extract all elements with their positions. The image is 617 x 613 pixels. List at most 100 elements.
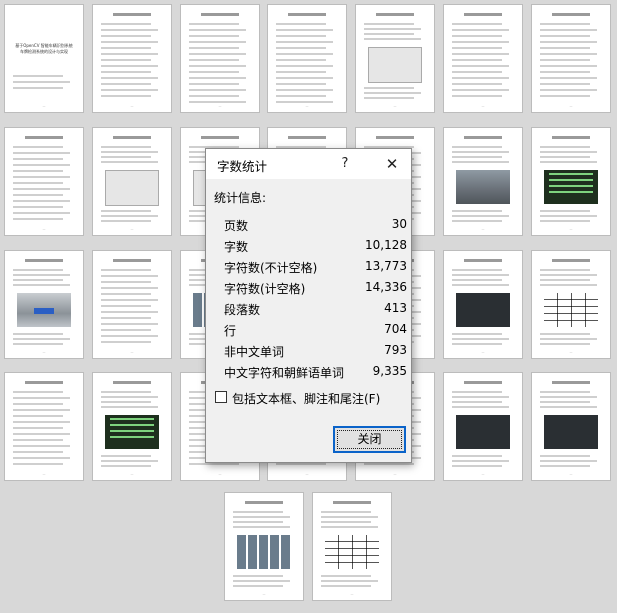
thumbnail-text-line [101, 341, 151, 343]
thumbnail-text-line [540, 161, 597, 163]
page-thumbnail[interactable]: — [531, 127, 611, 236]
thumbnail-text-line [101, 460, 158, 462]
page-thumbnail[interactable]: — [531, 4, 611, 113]
thumbnail-heading [113, 13, 151, 16]
page-thumbnail[interactable]: — [92, 127, 172, 236]
thumbnail-text-line [189, 59, 239, 61]
thumbnail-page-marker: — [393, 472, 397, 476]
thumbnail-text-line [101, 391, 151, 393]
page-thumbnail[interactable]: — [180, 4, 260, 113]
include-textboxes-label[interactable]: 包括文本框、脚注和尾注(F) [232, 390, 380, 407]
stat-row: 页数 30 [224, 215, 407, 235]
page-thumbnail[interactable]: — [4, 372, 84, 481]
thumbnail-text-line [13, 409, 70, 411]
thumbnail-text-line [13, 81, 70, 83]
thumbnail-text-line [13, 397, 70, 399]
thumbnail-text-line [276, 41, 333, 43]
thumbnail-text-line [233, 585, 283, 587]
thumbnail-heading [25, 259, 63, 262]
thumbnail-page-marker: — [393, 104, 397, 108]
help-icon[interactable]: ? [333, 152, 357, 176]
thumbnail-text-line [364, 87, 414, 89]
thumbnail-text-line [13, 427, 63, 429]
stat-label: 中文字符和朝鲜语单词 [224, 366, 345, 380]
thumbnail-text-line [452, 269, 502, 271]
thumbnail-text-line [13, 146, 63, 148]
thumbnail-heading [113, 259, 151, 262]
thumbnail-text-line [101, 335, 158, 337]
thumbnail-text-line [540, 35, 590, 37]
stat-value: 13,773 [365, 259, 407, 273]
thumbnail-text-line [101, 146, 151, 148]
thumbnail-text-line [540, 59, 590, 61]
page-thumbnail[interactable]: — [443, 127, 523, 236]
thumbnail-text-line [276, 59, 326, 61]
thumbnail-text-line [364, 38, 421, 40]
page-thumbnail[interactable]: — [92, 372, 172, 481]
thumbnail-text-line [233, 526, 290, 528]
thumbnail-text-line [540, 210, 590, 212]
thumbnail-text-line [540, 333, 590, 335]
page-thumbnail[interactable]: — [4, 127, 84, 236]
thumbnail-text-line [276, 77, 333, 79]
page-thumbnail[interactable]: — [92, 250, 172, 359]
thumbnail-heading [25, 381, 63, 384]
thumbnail-text-line [540, 146, 590, 148]
page-thumbnail[interactable]: — [355, 4, 435, 113]
thumbnail-text-line [101, 47, 151, 49]
thumbnail-text-line [276, 83, 326, 85]
thumbnail-text-line [101, 156, 151, 158]
page-thumbnail[interactable]: — [312, 492, 392, 601]
thumbnail-text-line [321, 521, 371, 523]
thumbnail-text-line [452, 89, 509, 91]
page-thumbnail[interactable]: — [443, 250, 523, 359]
dialog-titlebar: 字数统计 ? ✕ [206, 149, 411, 179]
thumbnail-text-line [452, 333, 502, 335]
page-thumbnail[interactable]: — [4, 250, 84, 359]
thumbnail-text-line [540, 29, 597, 31]
stat-value: 704 [384, 322, 407, 336]
thumbnail-cover-title: 基于OpenCV 智能车辆识别系统 车牌检测系统的设计与实现 [15, 43, 73, 54]
page-thumbnail[interactable]: — [443, 4, 523, 113]
thumbnail-text-line [13, 75, 63, 77]
page-thumbnail[interactable]: 基于OpenCV 智能车辆识别系统 车牌检测系统的设计与实现 — [4, 4, 84, 113]
thumbnail-text-line [13, 338, 70, 340]
thumbnail-text-line [364, 92, 421, 94]
stat-row: 行 704 [224, 320, 407, 340]
statistics-section-label: 统计信息: [214, 191, 267, 205]
page-thumbnail[interactable]: — [92, 4, 172, 113]
close-icon[interactable]: ✕ [380, 152, 404, 176]
page-thumbnail[interactable]: — [224, 492, 304, 601]
close-button[interactable]: 关闭 [333, 426, 406, 453]
thumbnail-text-line [101, 77, 158, 79]
thumbnail-text-line [452, 391, 502, 393]
thumbnail-text-line [276, 95, 326, 97]
thumbnail-heading [333, 501, 371, 504]
thumbnail-page-marker: — [481, 104, 485, 108]
page-thumbnail[interactable]: — [531, 250, 611, 359]
thumbnail-text-line [452, 161, 509, 163]
thumbnail-text-line [364, 97, 414, 99]
page-thumbnail[interactable]: — [531, 372, 611, 481]
thumbnail-text-line [276, 101, 333, 103]
thumbnail-text-line [276, 89, 333, 91]
thumbnail-text-line [452, 343, 502, 345]
page-thumbnail[interactable]: — [267, 4, 347, 113]
thumbnail-page-marker: — [481, 472, 485, 476]
thumbnail-text-line [101, 29, 158, 31]
thumbnail-text-line [101, 210, 151, 212]
thumbnail-figure [105, 415, 159, 449]
page-thumbnail[interactable]: — [443, 372, 523, 481]
include-textboxes-checkbox[interactable] [215, 391, 227, 403]
thumbnail-text-line [13, 182, 63, 184]
thumbnail-text-line [540, 274, 597, 276]
thumbnail-text-line [233, 575, 283, 577]
thumbnail-heading [552, 13, 590, 16]
thumbnail-text-line [321, 516, 378, 518]
thumbnail-text-line [101, 401, 151, 403]
thumbnail-text-line [13, 194, 63, 196]
thumbnail-text-line [540, 23, 590, 25]
thumbnail-page-marker: — [305, 104, 309, 108]
thumbnail-text-line [13, 188, 70, 190]
thumbnail-heading [552, 136, 590, 139]
